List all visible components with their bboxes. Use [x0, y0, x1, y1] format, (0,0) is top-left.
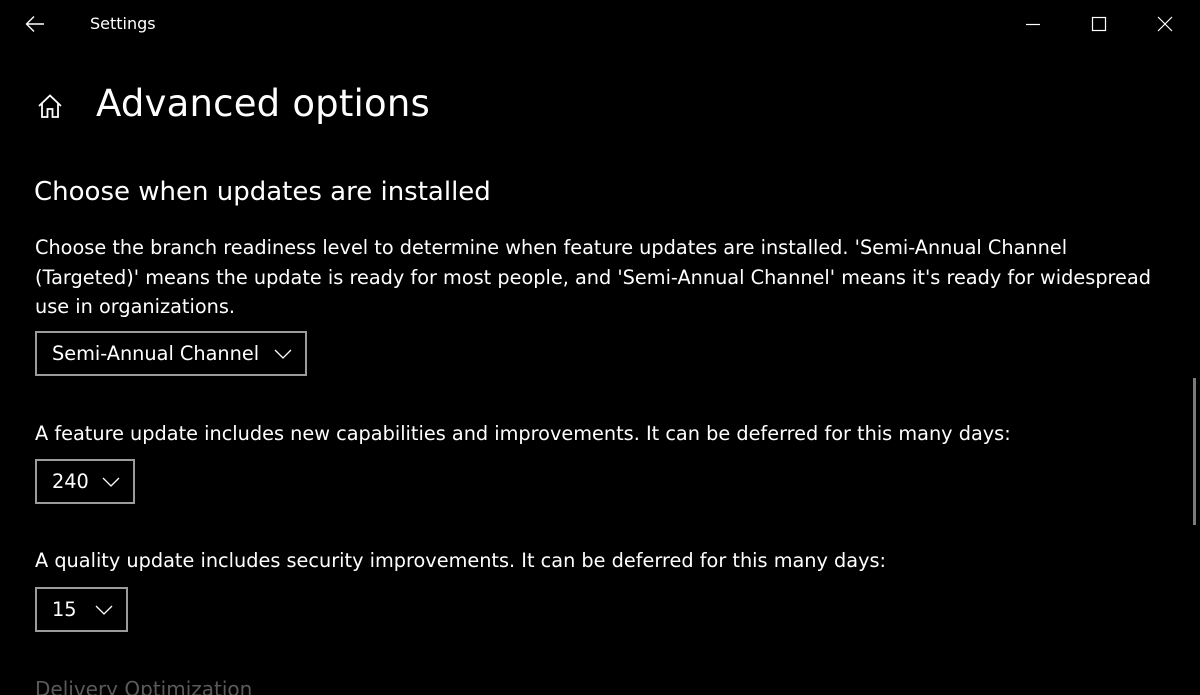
maximize-icon [1091, 16, 1107, 32]
branch-readiness-dropdown[interactable]: Semi-Annual Channel [35, 331, 307, 376]
quality-update-defer-dropdown[interactable]: 15 [35, 587, 128, 632]
chevron-down-icon [274, 349, 292, 359]
maximize-button[interactable] [1066, 0, 1132, 48]
back-button[interactable] [18, 8, 52, 40]
section-heading: Choose when updates are installed [34, 177, 491, 207]
scrollbar[interactable] [1193, 378, 1196, 525]
chevron-down-icon [102, 477, 120, 487]
chevron-down-icon [95, 605, 113, 615]
quality-update-label: A quality update includes security impro… [35, 549, 887, 572]
settings-window: Settings Advanced options Choose when up… [0, 0, 1200, 695]
app-title: Settings [90, 14, 156, 33]
home-button[interactable] [34, 90, 66, 122]
back-arrow-icon [25, 16, 44, 32]
close-button[interactable] [1132, 0, 1198, 48]
delivery-optimization-heading: Delivery Optimization [35, 677, 253, 695]
home-icon [38, 94, 62, 118]
feature-update-label: A feature update includes new capabiliti… [35, 422, 1011, 445]
page-title: Advanced options [96, 82, 430, 125]
branch-readiness-value: Semi-Annual Channel [52, 342, 260, 365]
minimize-button[interactable] [1000, 0, 1066, 48]
branch-description: Choose the branch readiness level to det… [35, 236, 1151, 318]
minimize-icon [1026, 23, 1040, 26]
close-icon [1157, 16, 1173, 32]
feature-update-defer-dropdown[interactable]: 240 [35, 459, 135, 504]
quality-update-defer-value: 15 [52, 598, 77, 621]
title-bar: Settings [0, 0, 1200, 48]
feature-update-defer-value: 240 [52, 470, 89, 493]
